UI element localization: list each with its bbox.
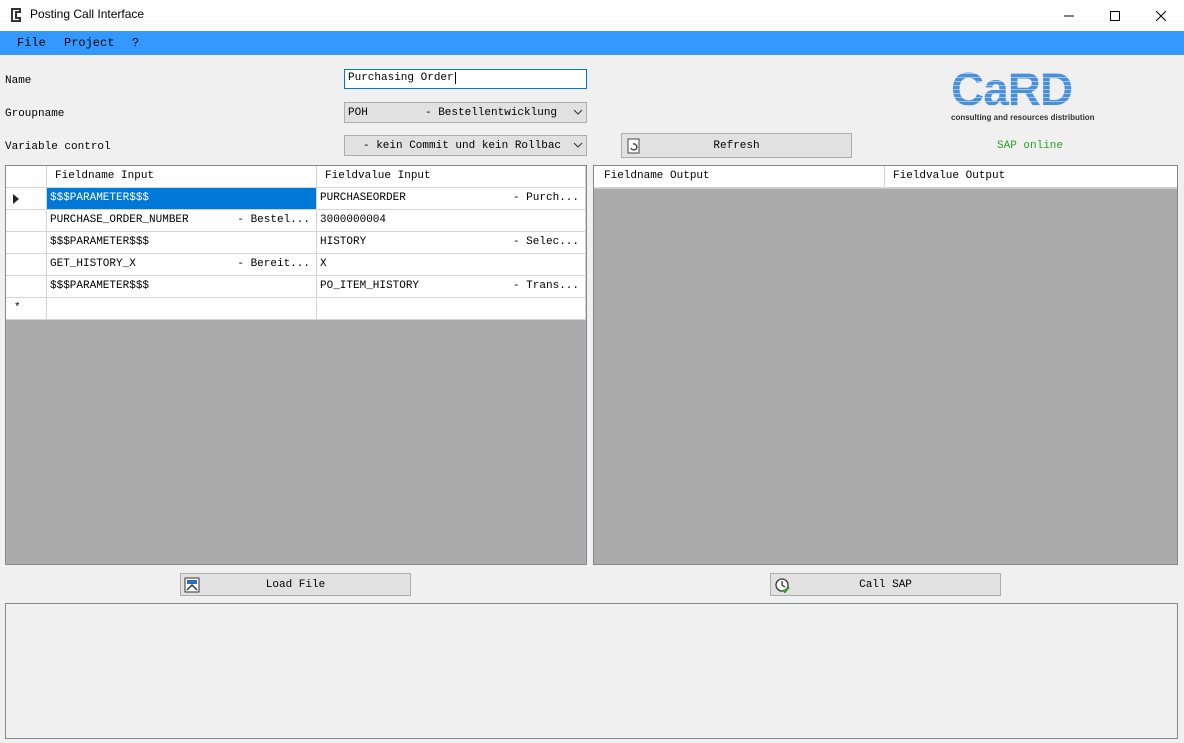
cell-fieldvalue[interactable]: PURCHASEORDER - Purch... [317,188,586,210]
name-input[interactable]: Purchasing Order [344,69,587,89]
sap-status: SAP online [997,140,1064,152]
name-value: Purchasing Order [348,72,454,84]
new-row-cell-fieldvalue[interactable] [317,298,586,320]
variable-control-value: - kein Commit und kein Rollbac [363,140,562,152]
fieldvalue-text: 3000000004 [320,214,387,226]
fieldvalue-description: - Purch... [512,192,579,204]
close-icon [1156,10,1166,21]
fieldname-text: $$$PARAMETER$$$ [50,280,150,292]
new-row-header[interactable]: * [6,298,47,320]
header-fieldname-input[interactable]: Fieldname Input [47,166,317,188]
call-sap-button[interactable]: Call SAP [770,573,1001,596]
groupname-description: - Bestellentwicklung [425,107,558,119]
header-fieldvalue-input[interactable]: Fieldvalue Input [317,166,586,188]
fieldname-description: - Bereit... [237,258,310,270]
refresh-label: Refresh [713,139,760,152]
call-sap-icon [775,578,790,593]
fieldname-text: $$$PARAMETER$$$ [50,192,150,204]
minimize-button[interactable] [1046,0,1092,31]
row-header-corner [6,166,47,188]
chevron-down-icon [573,142,583,148]
title-bar [0,0,1184,31]
variable-control-label: Variable control [5,141,111,153]
load-file-button[interactable]: Load File [180,573,411,596]
fieldname-text: GET_HISTORY_X [50,258,136,270]
fieldname-text: $$$PARAMETER$$$ [50,236,150,248]
fieldvalue-description: - Trans... [512,280,579,292]
row-header[interactable] [6,232,47,254]
row-header[interactable] [6,188,47,210]
output-grid-header: Fieldname Output Fieldvalue Output [594,166,1177,189]
row-header[interactable] [6,276,47,298]
row-header[interactable] [6,254,47,276]
header-fieldname-output[interactable]: Fieldname Output [594,166,885,188]
logo-wordmark: CaRD [951,66,1111,112]
card-logo: CaRD consulting and resources distributi… [951,66,1111,126]
input-grid-header: Fieldname Input Fieldvalue Input [6,166,586,189]
output-grid[interactable]: Fieldname Output Fieldvalue Output [593,165,1178,565]
row-header[interactable] [6,210,47,232]
menu-project[interactable]: Project [64,36,114,50]
cell-fieldname[interactable]: $$$PARAMETER$$$ [47,188,317,210]
maximize-button[interactable] [1092,0,1138,31]
window-title: Posting Call Interface [30,7,145,21]
menu-bar [0,31,1184,55]
fieldname-text: PURCHASE_ORDER_NUMBER [50,214,189,226]
groupname-label: Groupname [5,108,65,120]
chevron-down-icon [573,109,583,115]
groupname-select[interactable]: POH - Bestellentwicklung [344,102,587,123]
fieldvalue-text: HISTORY [320,236,367,248]
app-icon [11,8,21,22]
fieldname-description: - Bestel... [237,214,310,226]
refresh-icon [627,138,640,154]
new-row-marker: * [14,302,21,314]
load-file-icon [184,577,200,593]
fieldvalue-text: PURCHASEORDER [320,192,406,204]
cell-fieldname[interactable]: PURCHASE_ORDER_NUMBER - Bestel... [47,210,317,232]
fieldvalue-text: PO_ITEM_HISTORY [320,280,420,292]
cell-fieldname[interactable]: $$$PARAMETER$$$ [47,276,317,298]
cell-fieldvalue[interactable]: 3000000004 [317,210,586,232]
cell-fieldname[interactable]: GET_HISTORY_X - Bereit... [47,254,317,276]
log-textarea[interactable] [5,603,1178,739]
close-button[interactable] [1138,0,1184,31]
groupname-value: POH [348,107,368,119]
logo-tagline: consulting and resources distribution [951,113,1095,122]
menu-help[interactable]: ? [132,36,139,50]
fieldvalue-text: X [320,258,327,270]
variable-control-select[interactable]: - kein Commit und kein Rollbac [344,135,587,156]
load-file-label: Load File [265,578,326,591]
maximize-icon [1110,10,1120,21]
header-fieldvalue-output[interactable]: Fieldvalue Output [885,166,1177,188]
refresh-button[interactable]: Refresh [621,133,852,158]
current-row-icon [13,194,19,204]
cell-fieldvalue[interactable]: HISTORY - Selec... [317,232,586,254]
name-label: Name [5,75,32,87]
call-sap-label: Call SAP [859,578,912,591]
minimize-icon [1064,15,1074,16]
menu-file[interactable]: File [17,36,46,50]
cell-fieldvalue[interactable]: PO_ITEM_HISTORY - Trans... [317,276,586,298]
cell-fieldname[interactable]: $$$PARAMETER$$$ [47,232,317,254]
fieldvalue-description: - Selec... [512,236,579,248]
new-row-cell-fieldname[interactable] [47,298,317,320]
input-grid[interactable]: Fieldname Input Fieldvalue Input $$$PARA… [5,165,587,565]
cell-fieldvalue[interactable]: X [317,254,586,276]
